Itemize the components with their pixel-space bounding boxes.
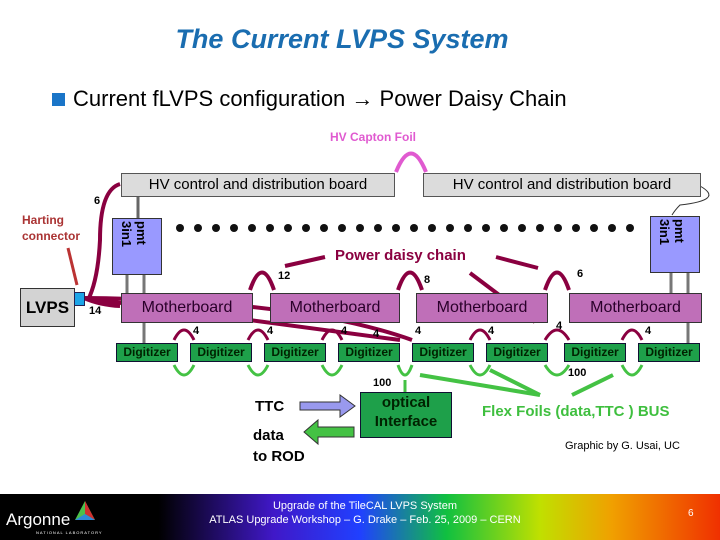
- connection-wires: [66, 151, 710, 446]
- digitizer-3: Digitizer: [264, 343, 326, 362]
- wire-count-8: 8: [424, 274, 431, 286]
- argonne-triangle-icon: [75, 501, 95, 520]
- wire-count-4: 4: [267, 325, 274, 337]
- argonne-logo: Argonne: [6, 510, 71, 529]
- digitizer-1: Digitizer: [116, 343, 178, 362]
- digitizer-7: Digitizer: [564, 343, 626, 362]
- wire-count-4: 4: [341, 325, 348, 337]
- hv-foil-arc: [394, 151, 428, 173]
- optical-interface: optical Interface: [360, 392, 452, 438]
- wire-count-100-left: 100: [373, 377, 392, 389]
- hv-board-1: HV control and distribution board: [121, 173, 395, 197]
- hv-board-2: HV control and distribution board: [423, 173, 701, 197]
- digitizer-4: Digitizer: [338, 343, 400, 362]
- wire-count-6: 6: [577, 268, 584, 280]
- data-to-rod-label: data to ROD: [253, 427, 305, 465]
- wire-count-hv: 6: [94, 195, 101, 207]
- wire-count-4: 4: [645, 325, 652, 337]
- daisy-chain-label: Power daisy chain: [335, 247, 466, 264]
- wire-count-100-right: 100: [568, 367, 587, 379]
- pmt-3in1-left: pmt 3in1: [112, 218, 162, 275]
- digitizer-5: Digitizer: [412, 343, 474, 362]
- wire-count-4: 4: [488, 325, 495, 337]
- footer-text: Upgrade of the TileCAL LVPS System ATLAS …: [209, 500, 521, 526]
- motherboard-2: Motherboard: [270, 293, 400, 323]
- wire-count-4: 4: [415, 325, 422, 337]
- ttc-label: TTC: [255, 398, 285, 415]
- lvps-box: LVPS: [20, 288, 75, 327]
- pmt-3in1-right: pmt 3in1: [650, 216, 700, 273]
- motherboard-4: Motherboard: [569, 293, 702, 323]
- wire-count-12: 12: [278, 270, 291, 282]
- wire-count-4: 4: [556, 320, 563, 332]
- digitizer-8: Digitizer: [638, 343, 700, 362]
- pmt-dots: [176, 224, 634, 232]
- page-number: 6: [688, 508, 694, 519]
- lvps-connector: [74, 292, 85, 306]
- argonne-subtitle: NATIONAL LABORATORY: [36, 530, 103, 535]
- graphic-credit: Graphic by G. Usai, UC: [565, 440, 680, 452]
- digitizer-6: Digitizer: [486, 343, 548, 362]
- wire-count-4: 4: [373, 328, 380, 340]
- wire-count-4: 4: [193, 325, 200, 337]
- motherboard-3: Motherboard: [416, 293, 548, 323]
- digitizer-2: Digitizer: [190, 343, 252, 362]
- motherboard-1: Motherboard: [121, 293, 253, 323]
- flex-foils-label: Flex Foils (data,TTC ) BUS: [482, 403, 670, 420]
- harting-label: Harting connector: [22, 213, 81, 243]
- wire-count-14: 14: [89, 305, 102, 317]
